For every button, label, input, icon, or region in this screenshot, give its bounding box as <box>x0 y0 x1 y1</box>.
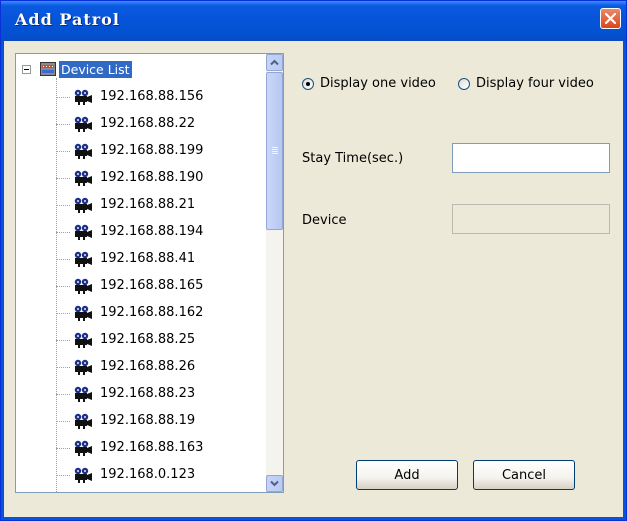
device-list-icon <box>40 62 56 76</box>
tree-connector <box>56 448 70 449</box>
tree-connector <box>56 421 70 422</box>
radio-button[interactable] <box>458 78 470 90</box>
tree-item[interactable]: 192.168.88.156 <box>56 85 266 112</box>
tree-item-label[interactable]: 192.168.88.21 <box>100 197 195 212</box>
collapse-icon[interactable] <box>22 65 31 74</box>
tree-connector <box>56 367 70 368</box>
add-button[interactable]: Add <box>356 460 458 490</box>
tree-item-label[interactable]: 192.168.0.123 <box>100 467 195 482</box>
tree-item-label[interactable]: 192.168.88.194 <box>100 224 203 239</box>
camera-icon <box>74 440 92 456</box>
tree-item-label[interactable]: 192.168.88.41 <box>100 251 195 266</box>
tree-item[interactable]: 192.168.88.23 <box>56 382 266 409</box>
window-title: Add Patrol <box>15 10 120 29</box>
device-label: Device <box>302 213 347 228</box>
tree-item[interactable]: 192.168.88.22 <box>56 112 266 139</box>
camera-icon <box>74 224 92 240</box>
tree-item-label[interactable]: 192.168.88.156 <box>100 89 203 104</box>
camera-icon <box>74 251 92 267</box>
camera-icon <box>74 197 92 213</box>
camera-icon <box>74 143 92 159</box>
tree-connector <box>56 232 70 233</box>
tree-item[interactable]: 192.168.88.26 <box>56 355 266 382</box>
device-input <box>452 204 610 234</box>
tree-item-label[interactable]: 192.168.88.23 <box>100 386 195 401</box>
stay-time-input[interactable] <box>452 143 610 173</box>
camera-icon <box>74 332 92 348</box>
chevron-up-icon <box>270 59 279 66</box>
tree-item[interactable]: 192.168.88.29 <box>56 490 266 492</box>
tree-item[interactable]: 192.168.88.21 <box>56 193 266 220</box>
radio-display-one-label[interactable]: Display one video <box>320 76 436 91</box>
device-tree-content: Device List 192.168.88.156 192.168.88.22 1… <box>16 54 266 492</box>
tree-item-label[interactable]: 192.168.88.19 <box>100 413 195 428</box>
tree-connector <box>56 286 70 287</box>
camera-icon <box>74 89 92 105</box>
tree-item[interactable]: 192.168.0.123 <box>56 463 266 490</box>
tree-connector <box>56 124 70 125</box>
title-bar[interactable]: Add Patrol <box>1 1 626 41</box>
tree-item[interactable]: 192.168.88.41 <box>56 247 266 274</box>
chevron-down-icon <box>270 480 279 487</box>
tree-item-label[interactable]: 192.168.88.165 <box>100 278 203 293</box>
camera-icon <box>74 386 92 402</box>
radio-display-four-label[interactable]: Display four video <box>476 76 594 91</box>
close-icon <box>605 13 616 24</box>
camera-icon <box>74 170 92 186</box>
tree-connector <box>56 394 70 395</box>
camera-icon <box>74 413 92 429</box>
tree-item[interactable]: 192.168.88.25 <box>56 328 266 355</box>
tree-item-label[interactable]: 192.168.88.22 <box>100 116 195 131</box>
tree-connector <box>56 151 70 152</box>
tree-item[interactable]: 192.168.88.190 <box>56 166 266 193</box>
camera-icon <box>74 278 92 294</box>
tree-item[interactable]: 192.168.88.199 <box>56 139 266 166</box>
tree-item-label[interactable]: 192.168.88.199 <box>100 143 203 158</box>
device-tree[interactable]: Device List 192.168.88.156 192.168.88.22 1… <box>15 53 284 493</box>
cancel-button[interactable]: Cancel <box>473 460 575 490</box>
tree-connector <box>56 205 70 206</box>
tree-connector <box>56 178 70 179</box>
window-border-bottom <box>1 517 626 520</box>
tree-item-label[interactable]: 192.168.88.163 <box>100 440 203 455</box>
camera-icon <box>74 467 92 483</box>
add-patrol-dialog: Add Patrol Device List 192.168.88.156 19… <box>0 0 627 521</box>
scroll-down-button[interactable] <box>266 475 283 492</box>
window-border-right <box>623 41 626 520</box>
tree-item-label[interactable]: 192.168.88.26 <box>100 359 195 374</box>
tree-root-label[interactable]: Device List <box>59 61 132 78</box>
tree-connector <box>56 259 70 260</box>
radio-button[interactable] <box>302 78 314 90</box>
scroll-up-button[interactable] <box>266 54 283 71</box>
tree-item[interactable]: 192.168.88.162 <box>56 301 266 328</box>
camera-icon <box>74 116 92 132</box>
tree-item[interactable]: 192.168.88.194 <box>56 220 266 247</box>
window-border-left <box>1 41 4 520</box>
tree-item[interactable]: 192.168.88.163 <box>56 436 266 463</box>
tree-scrollbar[interactable] <box>266 54 283 492</box>
tree-connector <box>56 475 70 476</box>
tree-connector <box>56 97 70 98</box>
tree-connector <box>56 340 70 341</box>
scroll-thumb[interactable] <box>266 72 283 230</box>
tree-item-label[interactable]: 192.168.88.162 <box>100 305 203 320</box>
tree-item[interactable]: 192.168.88.19 <box>56 409 266 436</box>
camera-icon <box>74 305 92 321</box>
camera-icon <box>74 359 92 375</box>
stay-time-label: Stay Time(sec.) <box>302 151 404 166</box>
tree-item[interactable]: 192.168.88.165 <box>56 274 266 301</box>
tree-connector <box>56 313 70 314</box>
tree-item-label[interactable]: 192.168.88.25 <box>100 332 195 347</box>
tree-item-label[interactable]: 192.168.88.190 <box>100 170 203 185</box>
close-button[interactable] <box>600 8 621 29</box>
